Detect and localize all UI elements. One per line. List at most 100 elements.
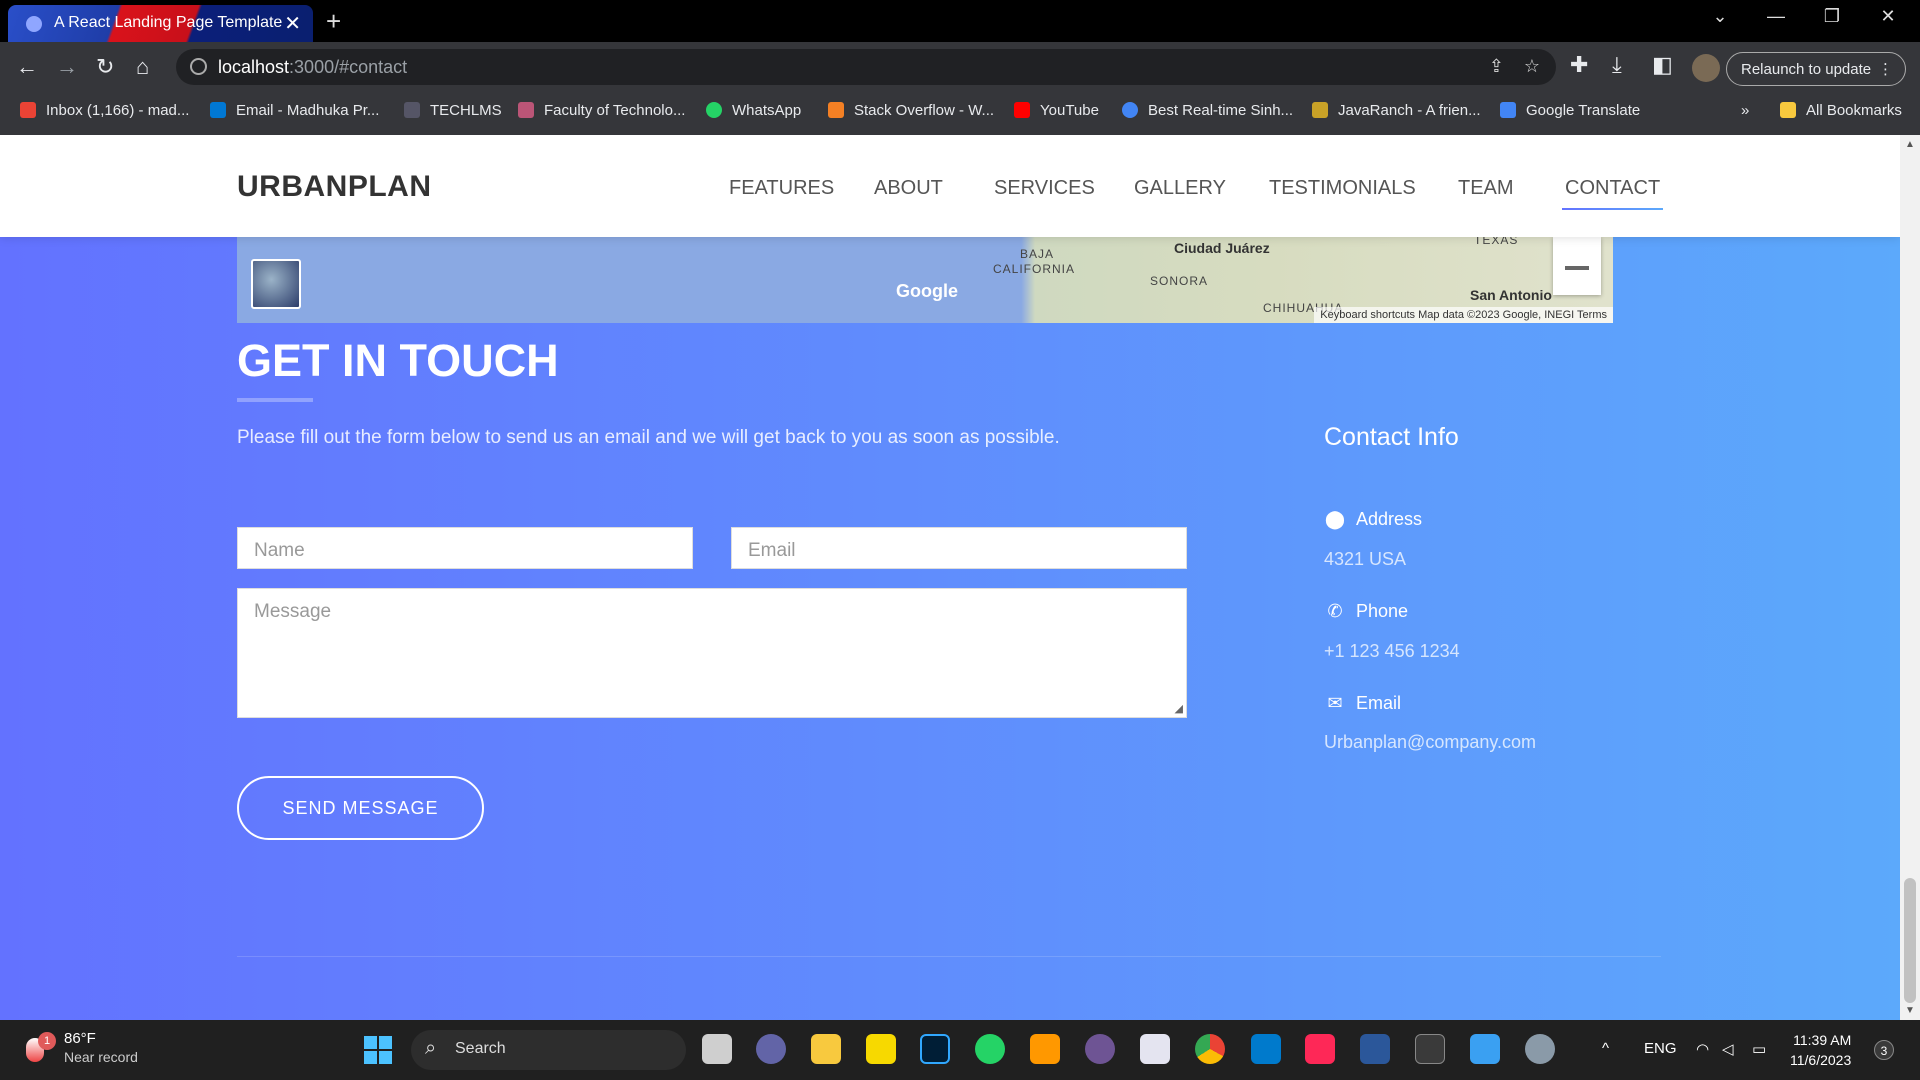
close-tab-icon[interactable]: ✕ <box>284 11 301 36</box>
nav-features[interactable]: FEATURES <box>729 177 834 200</box>
phone-icon: ✆ <box>1327 601 1343 621</box>
settings-icon[interactable] <box>1525 1034 1555 1064</box>
phone-value: +1 123 456 1234 <box>1324 641 1460 661</box>
browser-tab[interactable]: A React Landing Page Template ✕ <box>8 5 313 42</box>
nav-services[interactable]: SERVICES <box>994 177 1095 200</box>
scroll-down-icon[interactable]: ▼ <box>1905 1005 1915 1016</box>
side-panel-icon[interactable]: ◧ <box>1652 52 1673 78</box>
bookmark-item[interactable]: WhatsApp <box>706 102 801 119</box>
email-input[interactable]: Email <box>731 527 1187 569</box>
nav-team[interactable]: TEAM <box>1458 177 1514 200</box>
weather-temp: 86°F <box>64 1030 96 1047</box>
back-icon[interactable]: ← <box>16 54 38 80</box>
map-label: Ciudad Juárez <box>1174 240 1270 256</box>
terminal-icon[interactable] <box>1415 1034 1445 1064</box>
taskbar-search[interactable]: ⌕ Search <box>411 1030 686 1070</box>
bookmark-item[interactable]: YouTube <box>1014 102 1099 119</box>
satellite-toggle[interactable] <box>251 259 301 309</box>
bookmark-item[interactable]: TECHLMS <box>404 102 502 119</box>
map-attribution[interactable]: Keyboard shortcuts Map data ©2023 Google… <box>1314 307 1613 323</box>
embedded-map[interactable]: Google BAJA CALIFORNIA Ciudad Juárez SON… <box>237 237 1613 323</box>
zoom-out-icon <box>1565 266 1589 270</box>
bookmark-item[interactable]: Stack Overflow - W... <box>828 102 994 119</box>
email-label: ✉ Email <box>1324 693 1401 714</box>
language-indicator[interactable]: ENG <box>1644 1040 1677 1057</box>
site-navbar: URBANPLAN FEATURES ABOUT SERVICES GALLER… <box>0 135 1900 237</box>
minimize-button[interactable]: — <box>1748 6 1804 27</box>
weather-widget[interactable]: 1 86°F Near record <box>26 1030 138 1065</box>
nav-gallery[interactable]: GALLERY <box>1134 177 1226 200</box>
bookmarks-bar: Inbox (1,166) - mad... Email - Madhuka P… <box>0 90 1920 135</box>
map-label: CALIFORNIA <box>993 262 1076 276</box>
map-zoom-out-button[interactable] <box>1553 237 1601 295</box>
page-scrollbar[interactable]: ▲ ▼ <box>1900 135 1920 1020</box>
whatsapp-icon[interactable] <box>975 1034 1005 1064</box>
share-icon[interactable]: ⇪ <box>1489 56 1504 77</box>
file-explorer-icon[interactable] <box>811 1034 841 1064</box>
send-message-button[interactable]: SEND MESSAGE <box>237 776 484 840</box>
show-hidden-icons[interactable]: ^ <box>1602 1040 1609 1057</box>
word-icon[interactable] <box>1360 1034 1390 1064</box>
nav-testimonials[interactable]: TESTIMONIALS <box>1269 177 1416 200</box>
nav-about[interactable]: ABOUT <box>874 177 943 200</box>
teams-icon[interactable] <box>756 1034 786 1064</box>
start-button[interactable] <box>364 1036 392 1064</box>
chrome-icon[interactable] <box>1195 1034 1225 1064</box>
battery-icon[interactable]: ▭ <box>1752 1040 1766 1058</box>
message-textarea[interactable]: Message ◢ <box>237 588 1187 718</box>
github-icon[interactable] <box>1085 1034 1115 1064</box>
reload-icon[interactable]: ↻ <box>96 54 114 80</box>
scroll-up-icon[interactable]: ▲ <box>1905 139 1915 150</box>
sublime-icon[interactable] <box>1030 1034 1060 1064</box>
vscode-icon[interactable] <box>1251 1034 1281 1064</box>
system-clock[interactable]: 11:39 AM 11/6/2023 <box>1790 1030 1851 1070</box>
web-page: URBANPLAN FEATURES ABOUT SERVICES GALLER… <box>0 135 1900 1020</box>
wifi-icon[interactable]: ◠ <box>1696 1040 1709 1058</box>
bookmark-item[interactable]: Faculty of Technolo... <box>518 102 685 119</box>
address-value: 4321 USA <box>1324 549 1407 569</box>
more-bookmarks-icon[interactable]: » <box>1741 102 1749 119</box>
bookmark-item[interactable]: Email - Madhuka Pr... <box>210 102 379 119</box>
tab-favicon-icon <box>26 16 42 32</box>
extensions-icon[interactable]: ✚ <box>1570 52 1588 78</box>
phone-label: ✆ Phone <box>1324 601 1408 622</box>
notification-badge[interactable]: 3 <box>1874 1040 1894 1060</box>
task-view-icon[interactable] <box>702 1034 732 1064</box>
bookmark-item[interactable]: Google Translate <box>1500 102 1640 119</box>
url-text: localhost:3000/#contact <box>218 57 408 77</box>
intellij-icon[interactable] <box>1305 1034 1335 1064</box>
photoshop-icon[interactable] <box>920 1034 950 1064</box>
menu-icon[interactable]: ⋮ <box>1878 60 1893 78</box>
forward-icon[interactable]: → <box>56 54 78 80</box>
clock-time: 11:39 AM <box>1793 1032 1852 1048</box>
brand-logo[interactable]: URBANPLAN <box>237 170 432 204</box>
site-info-icon[interactable] <box>190 58 207 75</box>
all-bookmarks[interactable]: All Bookmarks <box>1780 102 1902 119</box>
title-underline <box>237 398 313 402</box>
name-input[interactable]: Name <box>237 527 693 569</box>
relaunch-button[interactable]: Relaunch to update ⋮ <box>1726 52 1906 86</box>
home-icon[interactable]: ⌂ <box>136 54 149 80</box>
volume-icon[interactable]: ◁ <box>1722 1040 1734 1058</box>
tab-search-icon[interactable]: ⌄ <box>1692 6 1748 27</box>
restore-button[interactable]: ❐ <box>1804 6 1860 27</box>
scroll-thumb[interactable] <box>1904 878 1916 1003</box>
map-marker-icon: ⬤ <box>1324 509 1346 529</box>
bookmark-item[interactable]: JavaRanch - A frien... <box>1312 102 1481 119</box>
nav-contact[interactable]: CONTACT <box>1561 177 1664 210</box>
profile-avatar[interactable] <box>1692 54 1720 82</box>
paint-icon[interactable] <box>1470 1034 1500 1064</box>
browser-tab-strip: A React Landing Page Template ✕ + ⌄ — ❐ … <box>0 0 1920 42</box>
bookmark-item[interactable]: Inbox (1,166) - mad... <box>20 102 189 119</box>
name-placeholder: Name <box>254 540 305 561</box>
downloads-icon[interactable]: ⤓ <box>1612 52 1622 78</box>
resize-handle-icon[interactable]: ◢ <box>1175 702 1183 715</box>
bookmark-star-icon[interactable]: ☆ <box>1524 56 1540 77</box>
close-window-button[interactable]: ✕ <box>1860 6 1916 27</box>
clickup-icon[interactable] <box>1140 1034 1170 1064</box>
bookmark-item[interactable]: Best Real-time Sinh... <box>1122 102 1293 119</box>
sticky-notes-icon[interactable] <box>866 1034 896 1064</box>
new-tab-button[interactable]: + <box>326 6 341 37</box>
url-bar[interactable]: localhost:3000/#contact ⇪ ☆ <box>176 49 1556 85</box>
email-placeholder: Email <box>748 540 796 561</box>
